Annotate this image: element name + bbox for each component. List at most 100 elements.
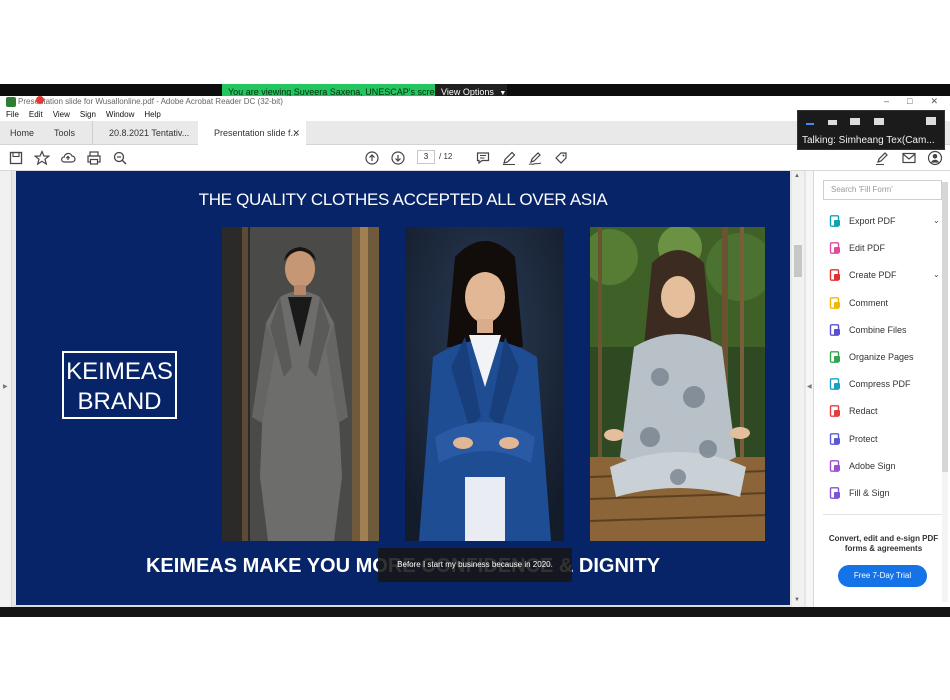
window-controls: – □ ✕	[884, 96, 938, 108]
close-button[interactable]: ✕	[930, 96, 938, 108]
pane-divider	[823, 514, 942, 515]
highlight-pen-icon[interactable]	[501, 150, 517, 166]
comment-tool-icon[interactable]	[475, 150, 491, 166]
tab-home[interactable]: Home	[10, 121, 34, 145]
tools-pane-scrollbar[interactable]	[942, 182, 948, 602]
tab-tools[interactable]: Tools	[54, 121, 75, 145]
page-total: / 12	[439, 152, 453, 161]
collapse-right-pane-icon[interactable]: ◀	[807, 383, 812, 390]
thumbnail-view-icon[interactable]	[828, 120, 837, 125]
fill-sign-icon	[829, 487, 841, 499]
chevron-down-icon[interactable]: ⌄	[933, 212, 940, 230]
slide-title: THE QUALITY CLOTHES ACCEPTED ALL OVER AS…	[198, 190, 608, 209]
draw-sign-icon[interactable]	[527, 150, 543, 166]
tool-item-edit-pdf[interactable]: Edit PDF	[829, 239, 947, 257]
expand-left-pane-icon[interactable]: ▶	[3, 383, 8, 390]
brand-line-1: KEIMEAS	[66, 358, 173, 385]
account-icon[interactable]	[927, 150, 943, 166]
export-pdf-icon	[829, 215, 841, 227]
organize-pages-icon	[829, 351, 841, 363]
speaker-view-icon[interactable]	[850, 118, 860, 125]
tool-item-label: Fill & Sign	[849, 488, 890, 498]
subtitle-caption: Before I start my business because in 20…	[378, 548, 572, 582]
upload-cloud-icon[interactable]	[60, 150, 76, 166]
create-pdf-icon	[829, 269, 841, 282]
tool-item-label: Protect	[849, 433, 878, 444]
exit-fullscreen-icon[interactable]	[926, 117, 936, 125]
protect-icon	[829, 432, 841, 445]
print-icon[interactable]	[86, 150, 102, 166]
zoom-shield-icon	[6, 97, 16, 107]
photo-woman-meditating	[590, 227, 765, 541]
tab-document-presentation[interactable]: Presentation slide f... ✕	[198, 121, 306, 145]
minimize-button[interactable]: –	[884, 96, 889, 108]
photo-woman-blue-suit	[405, 227, 564, 541]
zoom-out-icon[interactable]	[112, 150, 128, 166]
combine-files-icon	[829, 323, 841, 336]
brand-line-2: BRAND	[77, 388, 162, 415]
tool-item-combine-files[interactable]: Combine Files	[829, 321, 947, 339]
tool-item-adobe-sign[interactable]: Adobe Sign	[829, 457, 947, 475]
tool-item-fill-sign[interactable]: Fill & Sign	[829, 484, 947, 502]
edit-pdf-icon	[829, 242, 841, 255]
brand-box: KEIMEAS BRAND	[62, 351, 177, 419]
menu-edit[interactable]: Edit	[29, 108, 43, 121]
talking-label: Talking: Simheang Tex(Cam...	[802, 135, 935, 146]
document-vertical-scrollbar[interactable]: ▲ ▼	[792, 171, 804, 607]
tools-pane-toggle[interactable]: ◀	[806, 171, 814, 607]
tool-item-label: Adobe Sign	[849, 460, 896, 471]
share-sign-icon[interactable]	[874, 150, 890, 166]
tool-item-create-pdf[interactable]: Create PDF ⌄	[829, 266, 947, 284]
tool-item-compress-pdf[interactable]: Compress PDF	[829, 375, 947, 393]
tool-item-label: Export PDF	[849, 216, 896, 226]
star-icon[interactable]	[34, 150, 50, 166]
page-number-input[interactable]: 3	[417, 150, 435, 164]
promo-text: Convert, edit and e-sign PDF forms & agr…	[828, 534, 939, 553]
window-title-bar: Presentation slide for Wusallonline.pdf …	[0, 96, 950, 108]
gallery-view-icon[interactable]	[874, 118, 884, 125]
minimize-video-icon[interactable]	[806, 123, 814, 125]
tool-item-organize-pages[interactable]: Organize Pages	[829, 348, 947, 366]
free-trial-button[interactable]: Free 7-Day Trial	[838, 565, 927, 587]
menu-file[interactable]: File	[6, 108, 19, 121]
photo-man-overcoat	[222, 227, 379, 541]
tool-item-label: Redact	[849, 406, 878, 417]
menu-sign[interactable]: Sign	[80, 108, 96, 121]
tool-item-redact[interactable]: Redact	[829, 402, 947, 420]
comment-icon	[829, 296, 841, 309]
redact-icon	[829, 405, 841, 418]
page-up-icon[interactable]	[364, 150, 380, 166]
scroll-down-icon[interactable]: ▼	[794, 597, 800, 603]
save-icon[interactable]	[8, 150, 24, 166]
menu-view[interactable]: View	[53, 108, 70, 121]
maximize-button[interactable]: □	[907, 96, 912, 108]
tool-item-export-pdf[interactable]: Export PDF ⌄	[829, 212, 947, 230]
tools-pane-scroll-thumb[interactable]	[942, 182, 948, 472]
compress-pdf-icon	[829, 378, 841, 391]
tab-document-tentative[interactable]: 20.8.2021 Tentativ...	[92, 121, 196, 145]
view-layout-icons[interactable]	[798, 114, 946, 126]
screen: You are viewing Suveera Saxena, UNESCAP'…	[0, 0, 950, 700]
chevron-down-icon[interactable]: ⌄	[933, 266, 940, 284]
presentation-slide: THE QUALITY CLOTHES ACCEPTED ALL OVER AS…	[16, 171, 790, 605]
tools-pane: Search 'Fill Form' Export PDF ⌄ Edit PDF Cr…	[815, 171, 950, 607]
tool-item-comment[interactable]: Comment	[829, 294, 947, 312]
zoom-bottom-bar	[0, 607, 950, 617]
mail-icon[interactable]	[901, 150, 917, 166]
tool-item-protect[interactable]: Protect	[829, 430, 947, 448]
left-navigation-pane[interactable]: ▶	[0, 171, 12, 607]
adobe-sign-icon	[829, 459, 841, 472]
tool-item-label: Edit PDF	[849, 243, 886, 254]
menu-window[interactable]: Window	[106, 108, 134, 121]
close-tab-icon[interactable]: ✕	[292, 121, 300, 145]
menu-help[interactable]: Help	[144, 108, 160, 121]
scroll-thumb[interactable]	[794, 245, 802, 277]
active-speaker-panel: Talking: Simheang Tex(Cam...	[797, 110, 945, 150]
scroll-up-icon[interactable]: ▲	[794, 173, 800, 179]
page-down-icon[interactable]	[390, 150, 406, 166]
tool-item-label: Organize Pages	[849, 352, 914, 362]
tool-item-label: Comment	[849, 297, 889, 308]
tool-item-label: Combine Files	[849, 324, 907, 335]
fill-sign-tool-icon[interactable]	[553, 150, 569, 166]
tools-search-input[interactable]: Search 'Fill Form'	[823, 180, 942, 200]
